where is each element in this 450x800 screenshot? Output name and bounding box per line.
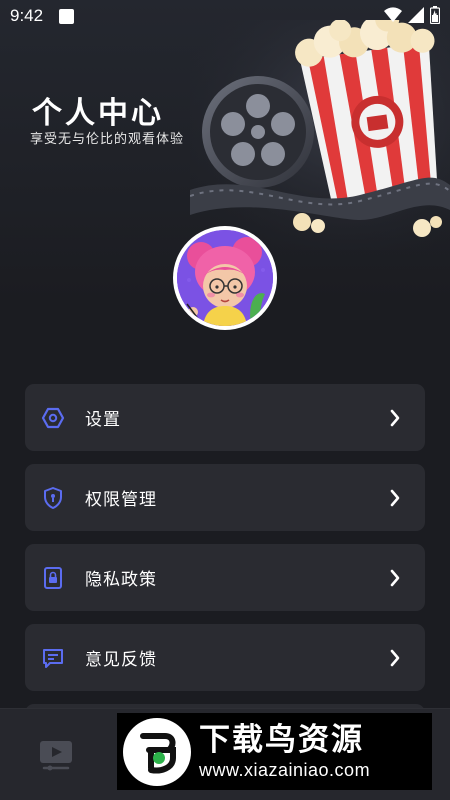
status-icons: [384, 6, 440, 24]
page-title: 个人中心: [32, 96, 164, 131]
menu-item-privacy-policy[interactable]: 隐私政策: [25, 544, 425, 611]
menu-item-label: 设置: [85, 410, 121, 430]
status-bar: 9:42: [0, 0, 450, 32]
menu-item-permissions[interactable]: 权限管理: [25, 464, 425, 531]
avatar-image: [177, 230, 273, 326]
shield-icon: [41, 486, 65, 510]
video-play-icon[interactable]: [38, 739, 74, 771]
signal-icon: [408, 7, 424, 23]
chevron-right-icon: [390, 649, 400, 667]
menu-item-settings[interactable]: 设置: [25, 384, 425, 451]
menu-item-label: 意见反馈: [85, 650, 157, 670]
menu-item-label: 隐私政策: [85, 570, 157, 590]
settings-menu: 设置 权限管理 隐私政策 意见反馈: [25, 384, 425, 744]
document-lock-icon: [41, 566, 65, 590]
avatar[interactable]: [173, 226, 277, 330]
watermark-banner: 下载鸟资源 www.xiazainiao.com: [117, 713, 432, 790]
chevron-right-icon: [390, 569, 400, 587]
wifi-icon: [384, 7, 402, 23]
bird-logo-icon: [123, 717, 191, 786]
chevron-right-icon: [390, 489, 400, 507]
chat-bubble-icon: [41, 646, 65, 670]
chevron-right-icon: [390, 409, 400, 427]
menu-item-label: 权限管理: [85, 490, 157, 510]
page-subtitle: 享受无与伦比的观看体验: [30, 132, 185, 147]
popcorn-film-reel-illustration: [190, 20, 450, 250]
watermark-title: 下载鸟资源: [199, 722, 364, 758]
battery-icon: [430, 6, 440, 24]
status-time: 9:42: [10, 6, 44, 25]
settings-hexagon-icon: [41, 406, 65, 430]
menu-item-feedback[interactable]: 意见反馈: [25, 624, 425, 691]
notification-icon: [59, 8, 75, 24]
cartoon-girl-avatar-icon: [177, 230, 273, 326]
watermark-url: www.xiazainiao.com: [199, 760, 371, 780]
